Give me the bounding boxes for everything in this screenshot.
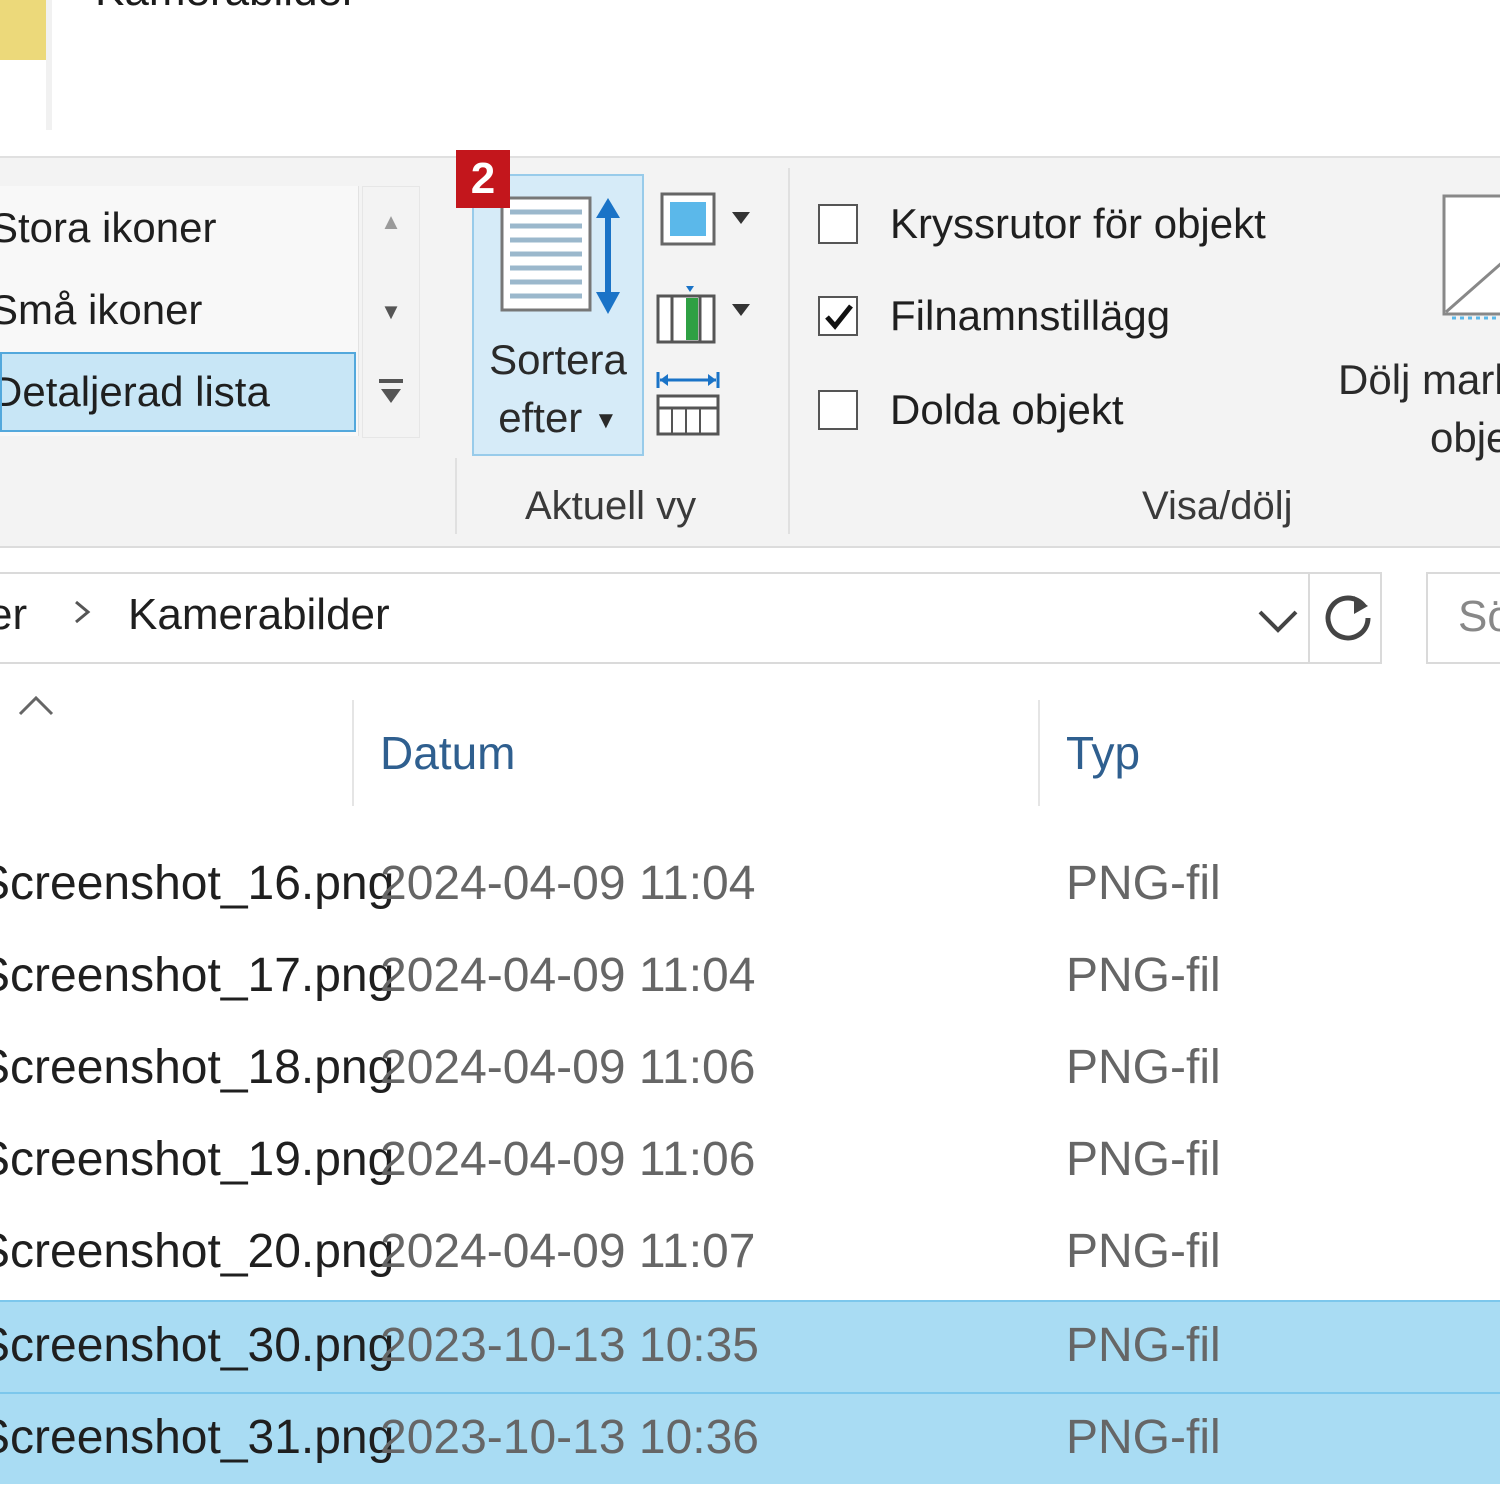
group-by-icon: [660, 192, 750, 246]
add-columns-button[interactable]: [656, 282, 756, 346]
window-title: Kamerabilder: [95, 0, 357, 16]
item-checkboxes-checkbox[interactable]: [818, 204, 858, 244]
file-row[interactable]: Screenshot_17.png 2024-04-09 11:04 PNG-f…: [0, 932, 1500, 1024]
breadcrumb-parent[interactable]: er: [0, 590, 27, 640]
size-columns-icon: [656, 372, 720, 436]
file-extensions-checkbox[interactable]: [818, 296, 858, 336]
file-extensions-label: Filnamnstillägg: [890, 292, 1171, 339]
file-date: 2024-04-09 11:06: [380, 1133, 756, 1186]
search-input[interactable]: Sök: [1426, 572, 1500, 664]
hide-selected-items-button[interactable]: Dölj markerade objekt: [1330, 178, 1500, 468]
address-bar[interactable]: er Kamerabilder: [0, 572, 1382, 664]
refresh-icon[interactable]: [1318, 588, 1378, 648]
add-columns-icon: [656, 286, 750, 344]
file-type: PNG-fil: [1066, 1225, 1221, 1278]
file-type: PNG-fil: [1066, 1319, 1221, 1372]
file-row[interactable]: Screenshot_30.png 2023-10-13 10:35 PNG-f…: [0, 1300, 1500, 1392]
file-name: Screenshot_16.png: [0, 857, 395, 910]
address-divider: [1308, 574, 1310, 662]
sort-by-label-text: efter: [498, 394, 583, 441]
group-by-button[interactable]: [656, 190, 756, 254]
file-name: Screenshot_17.png: [0, 949, 395, 1002]
size-columns-to-fit-button[interactable]: [656, 370, 756, 436]
file-row[interactable]: Screenshot_20.png 2024-04-09 11:07 PNG-f…: [0, 1208, 1500, 1300]
show-hide-group-label: Visa/dölj: [1142, 484, 1293, 528]
chevron-down-icon: ▼: [593, 406, 618, 434]
file-row[interactable]: Screenshot_19.png 2024-04-09 11:06 PNG-f…: [0, 1116, 1500, 1208]
file-name: Screenshot_18.png: [0, 1041, 395, 1094]
hide-selected-icon: [1442, 194, 1500, 320]
file-date: 2023-10-13 10:36: [380, 1411, 759, 1464]
file-name: Screenshot_31.png: [0, 1411, 395, 1464]
group-separator: [788, 168, 790, 534]
group-separator: [455, 458, 457, 534]
layout-large-icons[interactable]: Stora ikoner: [0, 188, 352, 268]
file-date: 2024-04-09 11:06: [380, 1041, 756, 1094]
checkmark-icon: [825, 304, 853, 330]
gallery-scroll-down-icon[interactable]: ▼: [363, 299, 419, 325]
file-type: PNG-fil: [1066, 949, 1221, 1002]
sort-by-label-line2: efter ▼: [474, 394, 642, 442]
ribbon: Stora ikoner Små ikoner Detaljerad lista…: [0, 150, 1500, 548]
breadcrumb-chevron-icon[interactable]: [70, 590, 94, 644]
file-name: Screenshot_30.png: [0, 1319, 395, 1372]
hide-selected-label-line2: objekt: [1430, 414, 1500, 461]
file-date: 2024-04-09 11:04: [380, 949, 756, 1002]
file-type: PNG-fil: [1066, 1041, 1221, 1094]
file-row[interactable]: Screenshot_31.png 2023-10-13 10:36 PNG-f…: [0, 1392, 1500, 1484]
title-strip: Kamerabilder: [0, 0, 1500, 158]
layout-gallery: Stora ikoner Små ikoner Detaljerad lista: [0, 186, 359, 436]
column-header-date[interactable]: Datum: [380, 726, 515, 780]
address-history-chevron-down-icon[interactable]: [1252, 594, 1304, 646]
file-list: Screenshot_16.png 2024-04-09 11:04 PNG-f…: [0, 840, 1500, 1484]
column-divider[interactable]: [1038, 700, 1040, 806]
folder-icon: [0, 0, 46, 60]
file-date: 2024-04-09 11:07: [380, 1225, 756, 1278]
sort-by-icon: [500, 196, 620, 314]
file-type: PNG-fil: [1066, 1411, 1221, 1464]
hide-selected-label: Dölj markerade: [1338, 356, 1500, 403]
layout-gallery-scroll: ▲ ▼: [362, 186, 420, 438]
layout-small-icons[interactable]: Små ikoner: [0, 270, 352, 350]
file-row[interactable]: Screenshot_16.png 2024-04-09 11:04 PNG-f…: [0, 840, 1500, 932]
file-type: PNG-fil: [1066, 857, 1221, 910]
breadcrumb-current[interactable]: Kamerabilder: [128, 590, 390, 640]
file-type: PNG-fil: [1066, 1133, 1221, 1186]
step-badge: 2: [456, 150, 510, 208]
sort-by-button[interactable]: Sortera efter ▼: [472, 174, 644, 456]
file-name: Screenshot_20.png: [0, 1225, 395, 1278]
file-date: 2023-10-13 10:35: [380, 1319, 759, 1372]
file-row[interactable]: Screenshot_18.png 2024-04-09 11:06 PNG-f…: [0, 1024, 1500, 1116]
column-divider[interactable]: [352, 700, 354, 806]
search-placeholder: Sök: [1458, 592, 1500, 641]
sort-ascending-icon[interactable]: [14, 692, 58, 720]
item-checkboxes-label: Kryssrutor för objekt: [890, 200, 1266, 247]
gallery-scroll-up-icon[interactable]: ▲: [363, 209, 419, 235]
hidden-items-label: Dolda objekt: [890, 386, 1124, 433]
gallery-expand-icon[interactable]: [363, 377, 419, 419]
hidden-items-checkbox[interactable]: [818, 390, 858, 430]
file-date: 2024-04-09 11:04: [380, 857, 756, 910]
folder-icon-shadow: [46, 0, 52, 130]
column-header-type[interactable]: Typ: [1066, 726, 1140, 780]
file-name: Screenshot_19.png: [0, 1133, 395, 1186]
layout-details[interactable]: Detaljerad lista: [0, 352, 356, 432]
sort-by-label: Sortera: [489, 336, 627, 383]
current-view-group-label: Aktuell vy: [525, 484, 697, 528]
